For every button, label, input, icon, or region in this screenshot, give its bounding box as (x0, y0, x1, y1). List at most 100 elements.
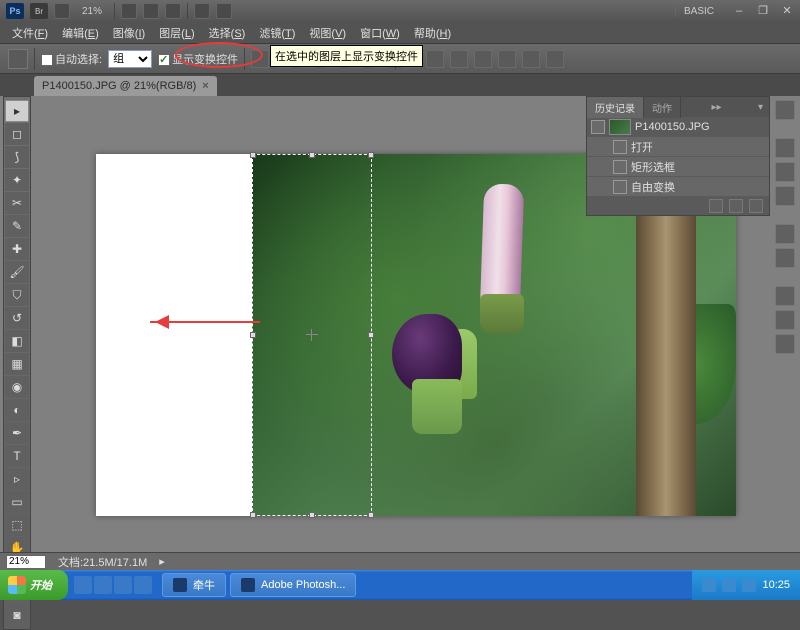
pen-tool[interactable]: ✒ (5, 422, 29, 444)
new-document-icon[interactable] (709, 199, 723, 213)
menu-help[interactable]: 帮助(H) (408, 23, 457, 43)
folder-icon (173, 578, 187, 592)
menu-edit[interactable]: 编辑(E) (56, 23, 105, 43)
hand-tool-icon[interactable] (121, 3, 137, 19)
align-left-icon[interactable] (251, 50, 269, 68)
panel-collapse-icon[interactable]: ▸▸ (705, 102, 727, 113)
new-snapshot-icon[interactable] (729, 199, 743, 213)
screen-icon[interactable] (216, 3, 232, 19)
styles-panel-icon[interactable] (775, 186, 795, 206)
distribute-5-icon[interactable] (498, 50, 516, 68)
current-tool-icon[interactable] (8, 49, 28, 69)
menu-view[interactable]: 视图(V) (303, 23, 352, 43)
annotation-arrow (150, 321, 260, 323)
ql-icon-2[interactable] (94, 576, 112, 594)
swatches-panel-icon[interactable] (775, 162, 795, 182)
ql-icon-1[interactable] (74, 576, 92, 594)
minimize-button[interactable]: – (732, 4, 746, 18)
rotate-icon[interactable] (165, 3, 181, 19)
windows-logo-icon (8, 576, 26, 594)
autoselect-dropdown[interactable]: 组 (108, 50, 152, 68)
wand-tool[interactable]: ✦ (5, 169, 29, 191)
ps-icon (241, 578, 255, 592)
dodge-tool[interactable]: ◐ (5, 399, 29, 421)
path-tool[interactable]: ▹ (5, 468, 29, 490)
close-button[interactable]: ✕ (780, 4, 794, 18)
ql-icon-3[interactable] (114, 576, 132, 594)
distribute-3-icon[interactable] (450, 50, 468, 68)
autoselect-label: 自动选择: (41, 51, 102, 67)
tab-close-icon[interactable]: × (202, 80, 208, 92)
actions-tab[interactable]: 动作 (644, 97, 681, 118)
autoselect-checkbox[interactable] (41, 54, 53, 66)
menu-window[interactable]: 窗口(W) (354, 23, 406, 43)
menubar: 文件(F) 编辑(E) 图像(I) 图层(L) 选择(S) 滤镜(T) 视图(V… (0, 22, 800, 44)
history-tab[interactable]: 历史记录 (587, 97, 644, 118)
tray-icon-3[interactable] (742, 578, 756, 592)
taskbar-app-photoshop[interactable]: Adobe Photosh... (230, 573, 356, 597)
crop-tool[interactable]: ✂ (5, 192, 29, 214)
distribute-2-icon[interactable] (426, 50, 444, 68)
document-tab[interactable]: P1400150.JPG @ 21%(RGB/8) × (34, 76, 217, 96)
screen-mode-icon[interactable] (54, 3, 70, 19)
tray-icon-2[interactable] (722, 578, 736, 592)
menu-select[interactable]: 选择(S) (203, 23, 252, 43)
channels-panel-icon[interactable] (775, 310, 795, 330)
zoom-tool-icon[interactable] (143, 3, 159, 19)
quickmask-icon[interactable]: ◙ (5, 604, 29, 626)
statusbar-menu-icon[interactable]: ▸ (159, 555, 165, 568)
ql-icon-4[interactable] (134, 576, 152, 594)
distribute-6-icon[interactable] (522, 50, 540, 68)
restore-button[interactable]: ❐ (756, 4, 770, 18)
history-item[interactable]: 矩形选框 (587, 157, 769, 177)
menu-image[interactable]: 图像(I) (107, 23, 151, 43)
move-tool[interactable]: ▸ (5, 100, 29, 122)
history-brush-tool[interactable]: ↺ (5, 307, 29, 329)
trash-icon[interactable] (749, 199, 763, 213)
eraser-tool[interactable]: ◧ (5, 330, 29, 352)
layers-panel-icon[interactable] (775, 286, 795, 306)
panel-menu-icon[interactable]: ▾ (752, 102, 769, 113)
menu-filter[interactable]: 滤镜(T) (253, 23, 301, 43)
masks-panel-icon[interactable] (775, 248, 795, 268)
adjustments-panel-icon[interactable] (775, 224, 795, 244)
type-tool[interactable]: T (5, 445, 29, 467)
brush-tool[interactable]: 🖌 (5, 261, 29, 283)
heal-tool[interactable]: ✚ (5, 238, 29, 260)
lasso-tool[interactable]: ⟆ (5, 146, 29, 168)
photoshop-logo-icon: Ps (6, 3, 24, 19)
history-item[interactable]: 打开 (587, 137, 769, 157)
showtransform-checkbox[interactable] (158, 54, 170, 66)
tray-icon-1[interactable] (702, 578, 716, 592)
3d-tool[interactable]: ⬚ (5, 514, 29, 536)
status-bar: 文档:21.5M/17.1M ▸ (0, 552, 800, 570)
autoalign-icon[interactable] (546, 50, 564, 68)
workspace-switcher[interactable]: BASIC (675, 6, 722, 17)
bridge-icon[interactable]: Br (30, 3, 48, 19)
marquee-tool[interactable]: ◻ (5, 123, 29, 145)
history-item[interactable]: 自由变换 (587, 177, 769, 197)
history-snapshot[interactable]: P1400150.JPG (587, 117, 769, 137)
color-panel-icon[interactable] (775, 138, 795, 158)
start-button[interactable]: 开始 (0, 570, 68, 600)
stamp-tool[interactable]: ⛉ (5, 284, 29, 306)
dock-icon-1[interactable] (775, 100, 795, 120)
gradient-tool[interactable]: ▦ (5, 353, 29, 375)
snapshot-label: P1400150.JPG (635, 121, 710, 133)
paths-panel-icon[interactable] (775, 334, 795, 354)
eyedropper-tool[interactable]: ✎ (5, 215, 29, 237)
showtransform-label: 显示变换控件 (158, 51, 238, 67)
toolbox: ▸ ◻ ⟆ ✦ ✂ ✎ ✚ 🖌 ⛉ ↺ ◧ ▦ ◉ ◐ ✒ T ▹ ▭ ⬚ ✋ … (3, 96, 31, 630)
snapshot-toggle-icon[interactable] (591, 120, 605, 134)
menu-file[interactable]: 文件(F) (6, 23, 54, 43)
shape-tool[interactable]: ▭ (5, 491, 29, 513)
distribute-4-icon[interactable] (474, 50, 492, 68)
document-tab-title: P1400150.JPG @ 21%(RGB/8) (42, 80, 196, 92)
blur-tool[interactable]: ◉ (5, 376, 29, 398)
zoom-input[interactable] (6, 555, 46, 569)
menu-layer[interactable]: 图层(L) (153, 23, 200, 43)
taskbar-app-1[interactable]: 牵牛 (162, 573, 226, 597)
arrange-icon[interactable] (194, 3, 210, 19)
clock[interactable]: 10:25 (762, 579, 790, 591)
zoom-display[interactable]: 21% (76, 6, 108, 17)
